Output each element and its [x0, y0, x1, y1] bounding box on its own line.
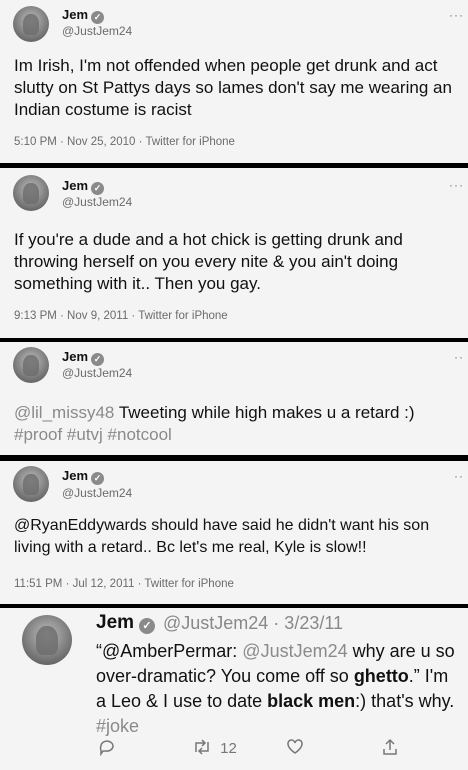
display-name-row[interactable]: Jem ✓ [62, 178, 105, 195]
username[interactable]: @JustJem24 [62, 366, 132, 380]
more-options-icon[interactable]: ··· [449, 178, 464, 192]
username[interactable]: @JustJem24 [62, 24, 132, 38]
tweet-text: @RyanEddywards should have said he didn'… [14, 517, 430, 556]
share-icon[interactable] [381, 738, 399, 760]
mention-link[interactable]: @lil_missy48 [14, 403, 114, 422]
tweet-text: If you're a dude and a hot chick is gett… [14, 230, 403, 293]
tweet-actions: 12 [96, 738, 468, 760]
more-options-icon[interactable]: ·· [454, 469, 464, 483]
reply-icon[interactable] [98, 738, 116, 760]
avatar[interactable] [13, 175, 49, 211]
tweet-meta[interactable]: 9:13 PM · Nov 9, 2011 · Twitter for iPho… [14, 310, 228, 322]
username[interactable]: @JustJem24 [62, 195, 132, 209]
retweet-count: 12 [220, 740, 237, 757]
avatar[interactable] [13, 466, 49, 502]
tweet-text: “@AmberPermar: @JustJem24 why are u so o… [96, 639, 458, 739]
display-name[interactable]: Jem [96, 612, 134, 633]
highlighted-term: ghetto [353, 666, 409, 686]
retweet-icon [192, 739, 216, 757]
avatar[interactable] [22, 615, 72, 665]
verified-badge-icon: ✓ [91, 11, 105, 24]
tweet-card-5: Jem ✓ @JustJem24 · 3/23/11 “@AmberPermar:… [0, 608, 468, 770]
tweet-text-part: :) that's why. [355, 691, 455, 711]
verified-badge-icon: ✓ [91, 472, 105, 485]
username[interactable]: @JustJem24 [62, 486, 132, 500]
display-name-row[interactable]: Jem ✓ [62, 349, 105, 366]
display-name[interactable]: Jem [62, 349, 88, 364]
tweet-text-content: Tweeting while high makes u a retard :) [118, 403, 415, 422]
tweet-text: Im Irish, I'm not offended when people g… [14, 56, 452, 119]
display-name[interactable]: Jem [62, 468, 88, 483]
tweet-text: @lil_missy48 Tweeting while high makes u… [14, 402, 456, 446]
display-name-row[interactable]: Jem ✓ [62, 7, 105, 24]
hashtags[interactable]: #proof #utvj #notcool [14, 425, 172, 444]
tweet-card-1: Jem ✓ @JustJem24 ··· Im Irish, I'm not of… [0, 0, 468, 163]
tweet-card-2: Jem ✓ @JustJem24 ··· If you're a dude and… [0, 168, 468, 338]
display-name-row[interactable]: Jem ✓ [62, 468, 105, 485]
display-name[interactable]: Jem [62, 178, 88, 193]
display-name[interactable]: Jem [62, 7, 88, 22]
like-icon[interactable] [286, 738, 304, 760]
hashtag-link[interactable]: #joke [96, 716, 139, 736]
avatar[interactable] [13, 347, 49, 383]
avatar[interactable] [13, 6, 49, 42]
tweet-meta[interactable]: 5:10 PM · Nov 25, 2010 · Twitter for iPh… [14, 136, 235, 148]
username-and-date[interactable]: @JustJem24 · 3/23/11 [163, 613, 343, 634]
highlighted-term: black men [267, 691, 356, 711]
tweet-card-4: Jem ✓ @JustJem24 ·· @RyanEddywards should… [0, 461, 468, 604]
verified-badge-icon: ✓ [139, 618, 156, 634]
mention-link[interactable]: @JustJem24 [242, 641, 347, 661]
retweet-button[interactable]: 12 [192, 738, 237, 757]
tweet-meta[interactable]: 11:51 PM · Jul 12, 2011 · Twitter for iP… [14, 578, 234, 590]
more-options-icon[interactable]: ·· [454, 350, 464, 364]
tweet-card-3: Jem ✓ @JustJem24 ·· @lil_missy48 Tweeting… [0, 342, 468, 455]
more-options-icon[interactable]: ··· [449, 8, 464, 22]
verified-badge-icon: ✓ [91, 182, 105, 195]
display-name-row[interactable]: Jem ✓ [96, 612, 156, 634]
quote-open: “@AmberPermar: [96, 641, 243, 661]
verified-badge-icon: ✓ [91, 353, 105, 366]
